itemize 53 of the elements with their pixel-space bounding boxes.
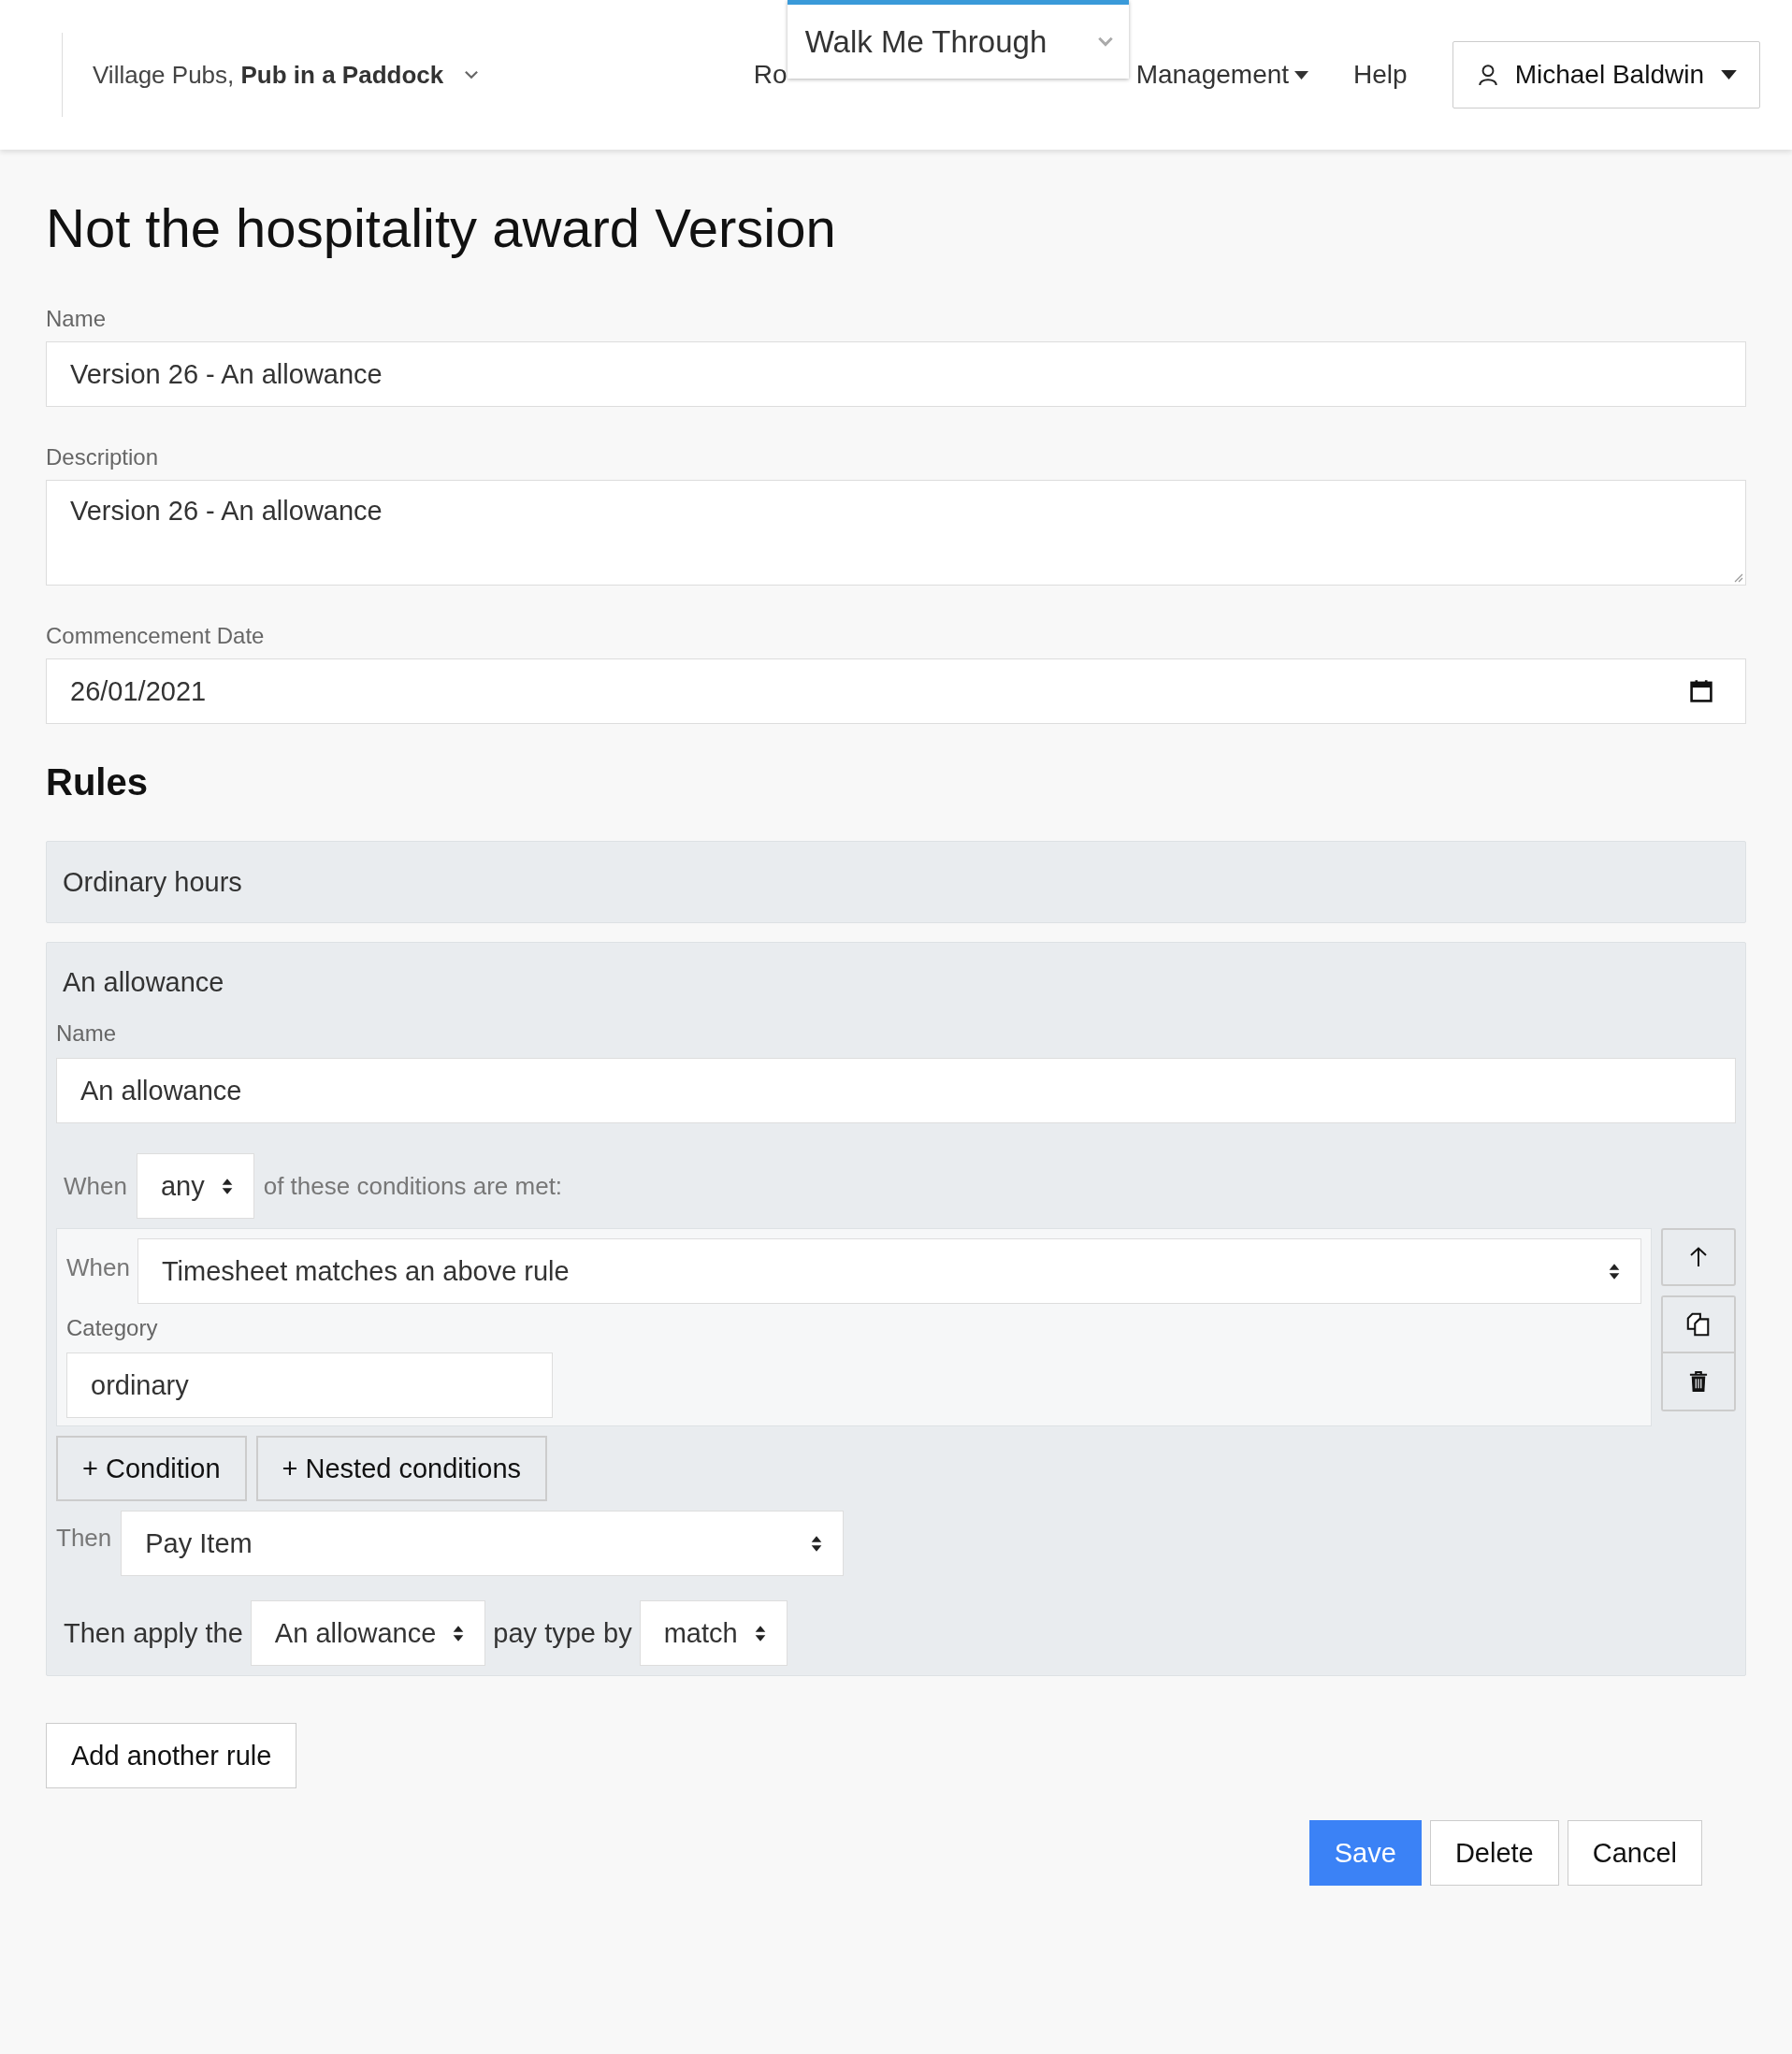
add-rule-button[interactable]: Add another rule bbox=[46, 1723, 297, 1788]
select-arrows-icon bbox=[453, 1624, 465, 1642]
field-label: Description bbox=[46, 444, 160, 470]
select-arrows-icon bbox=[221, 1177, 233, 1195]
user-icon bbox=[1477, 64, 1498, 86]
apply-method-select[interactable]: match bbox=[639, 1600, 788, 1666]
pay-type-select[interactable]: An allowance bbox=[250, 1600, 486, 1666]
chevron-down-icon bbox=[464, 70, 480, 80]
arrow-up-icon bbox=[1689, 1247, 1708, 1267]
condition-label: Then bbox=[56, 1523, 112, 1553]
nav-link[interactable]: Help bbox=[1353, 60, 1408, 90]
description-field[interactable]: Version 26 - An allowance bbox=[46, 480, 1746, 586]
resize-handle-icon bbox=[1732, 571, 1743, 583]
select-arrows-icon bbox=[754, 1624, 766, 1642]
field-label: Name bbox=[56, 1020, 118, 1047]
date-field[interactable]: 26/01/2021 bbox=[46, 658, 1746, 724]
rule-name-field[interactable]: An allowance bbox=[56, 1058, 1736, 1123]
apply-label: pay type by bbox=[493, 1617, 632, 1649]
trash-icon bbox=[1689, 1370, 1708, 1393]
action-button[interactable]: Cancel bbox=[1567, 1820, 1702, 1886]
location-selector[interactable]: Village Pubs, Pub in a Paddock bbox=[93, 60, 444, 90]
add-condition-button[interactable]: + Nested conditions bbox=[255, 1436, 548, 1501]
chevron-down-icon bbox=[1096, 36, 1114, 47]
apply-label: Then apply the bbox=[64, 1617, 243, 1649]
calendar-icon bbox=[1689, 679, 1713, 703]
rule-title[interactable]: Ordinary hours bbox=[63, 842, 1745, 922]
walkthrough-menu[interactable]: Walk Me Through bbox=[787, 0, 1129, 79]
category-field[interactable]: ordinary bbox=[66, 1352, 553, 1418]
rule-title[interactable]: An allowance bbox=[56, 943, 1736, 998]
name-field[interactable]: Version 26 - An allowance bbox=[46, 341, 1746, 407]
field-label: Category bbox=[66, 1315, 159, 1341]
nav-link[interactable]: Ro bbox=[753, 60, 788, 90]
section-heading: Rules bbox=[46, 761, 149, 803]
action-button[interactable]: Delete bbox=[1429, 1820, 1559, 1886]
condition-select[interactable]: Timesheet matches an above rule bbox=[137, 1238, 1641, 1304]
condition-label: of these conditions are met: bbox=[263, 1171, 563, 1201]
action-select[interactable]: Pay Item bbox=[121, 1511, 845, 1576]
select-arrows-icon bbox=[1609, 1262, 1620, 1280]
nav-link[interactable]: Management bbox=[1135, 60, 1309, 90]
copy-icon bbox=[1685, 1311, 1712, 1338]
add-condition-button[interactable]: + Condition bbox=[56, 1436, 247, 1501]
field-label: Name bbox=[46, 306, 108, 332]
condition-match-select[interactable]: any bbox=[136, 1153, 254, 1219]
caret-icon bbox=[1721, 70, 1737, 80]
condition-label: When bbox=[66, 1252, 130, 1282]
select-arrows-icon bbox=[811, 1534, 823, 1553]
duplicate-button[interactable] bbox=[1663, 1297, 1734, 1353]
page-title: Not the hospitality award Version bbox=[46, 196, 837, 259]
field-label: Commencement Date bbox=[46, 623, 266, 649]
caret-icon bbox=[1294, 70, 1309, 80]
user-menu-button[interactable]: Michael Baldwin bbox=[1452, 41, 1760, 108]
action-button[interactable]: Save bbox=[1308, 1820, 1422, 1886]
condition-label: When bbox=[64, 1171, 127, 1201]
